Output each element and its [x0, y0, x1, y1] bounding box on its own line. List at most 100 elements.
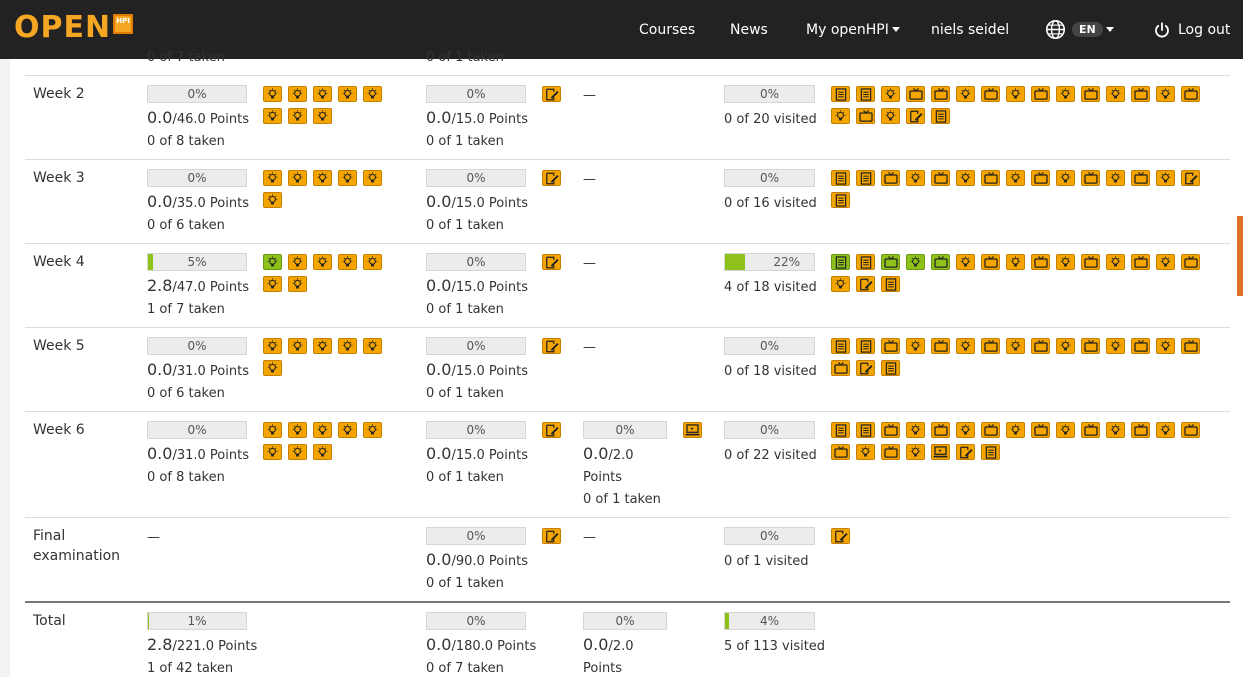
text-document-icon[interactable]	[856, 254, 875, 270]
video-icon[interactable]	[981, 338, 1000, 354]
lightbulb-icon[interactable]	[906, 254, 925, 270]
text-document-icon[interactable]	[881, 276, 900, 292]
lightbulb-icon[interactable]	[288, 422, 307, 438]
lightbulb-icon[interactable]	[1106, 170, 1125, 186]
logout-link[interactable]: Log out	[1153, 0, 1230, 59]
lightbulb-icon[interactable]	[906, 338, 925, 354]
lightbulb-icon[interactable]	[1006, 338, 1025, 354]
assignment-edit-icon[interactable]	[831, 528, 850, 544]
lightbulb-icon[interactable]	[831, 276, 850, 292]
lightbulb-icon[interactable]	[338, 422, 357, 438]
text-document-icon[interactable]	[831, 170, 850, 186]
lightbulb-icon[interactable]	[906, 170, 925, 186]
assignment-edit-icon[interactable]	[856, 360, 875, 376]
lightbulb-icon[interactable]	[363, 338, 382, 354]
lightbulb-icon[interactable]	[956, 338, 975, 354]
lightbulb-icon[interactable]	[288, 338, 307, 354]
text-document-icon[interactable]	[881, 360, 900, 376]
lightbulb-icon[interactable]	[1156, 338, 1175, 354]
lightbulb-icon[interactable]	[338, 254, 357, 270]
video-icon[interactable]	[1131, 422, 1150, 438]
lightbulb-icon[interactable]	[263, 108, 282, 124]
nav-courses[interactable]: Courses	[639, 0, 695, 59]
video-icon[interactable]	[881, 444, 900, 460]
lightbulb-icon[interactable]	[881, 86, 900, 102]
lightbulb-icon[interactable]	[338, 86, 357, 102]
video-icon[interactable]	[1131, 338, 1150, 354]
lightbulb-icon[interactable]	[288, 254, 307, 270]
lightbulb-icon[interactable]	[313, 170, 332, 186]
assignment-edit-icon[interactable]	[542, 170, 561, 186]
lightbulb-icon[interactable]	[906, 422, 925, 438]
lightbulb-icon[interactable]	[1056, 338, 1075, 354]
video-icon[interactable]	[1081, 86, 1100, 102]
lightbulb-icon[interactable]	[263, 276, 282, 292]
lightbulb-icon[interactable]	[363, 86, 382, 102]
video-icon[interactable]	[931, 338, 950, 354]
video-icon[interactable]	[1081, 338, 1100, 354]
lightbulb-icon[interactable]	[313, 254, 332, 270]
lightbulb-icon[interactable]	[1056, 422, 1075, 438]
lightbulb-icon[interactable]	[288, 86, 307, 102]
lightbulb-icon[interactable]	[288, 108, 307, 124]
nav-user-profile[interactable]: niels seidel	[931, 0, 1009, 59]
video-icon[interactable]	[981, 86, 1000, 102]
assignment-edit-icon[interactable]	[542, 86, 561, 102]
text-document-icon[interactable]	[856, 422, 875, 438]
video-icon[interactable]	[831, 444, 850, 460]
lightbulb-icon[interactable]	[1006, 254, 1025, 270]
lightbulb-icon[interactable]	[313, 338, 332, 354]
video-icon[interactable]	[1081, 254, 1100, 270]
lightbulb-icon[interactable]	[906, 444, 925, 460]
assignment-edit-icon[interactable]	[856, 276, 875, 292]
lightbulb-icon[interactable]	[1006, 86, 1025, 102]
video-icon[interactable]	[881, 338, 900, 354]
lightbulb-icon[interactable]	[263, 422, 282, 438]
lightbulb-icon[interactable]	[313, 86, 332, 102]
video-icon[interactable]	[881, 422, 900, 438]
lightbulb-icon[interactable]	[1106, 338, 1125, 354]
lightbulb-icon[interactable]	[338, 338, 357, 354]
video-icon[interactable]	[1131, 254, 1150, 270]
lightbulb-icon[interactable]	[288, 170, 307, 186]
assignment-edit-icon[interactable]	[1181, 170, 1200, 186]
lightbulb-icon[interactable]	[313, 108, 332, 124]
lightbulb-icon[interactable]	[363, 254, 382, 270]
lightbulb-icon[interactable]	[263, 360, 282, 376]
video-icon[interactable]	[981, 422, 1000, 438]
lightbulb-icon[interactable]	[363, 170, 382, 186]
laptop-icon[interactable]	[683, 422, 702, 438]
lightbulb-icon[interactable]	[288, 276, 307, 292]
lightbulb-icon[interactable]	[263, 338, 282, 354]
lightbulb-icon[interactable]	[1006, 170, 1025, 186]
video-icon[interactable]	[1031, 170, 1050, 186]
video-icon[interactable]	[1031, 338, 1050, 354]
video-icon[interactable]	[931, 86, 950, 102]
scrollbar-thumb[interactable]	[1237, 216, 1243, 296]
text-document-icon[interactable]	[831, 254, 850, 270]
assignment-edit-icon[interactable]	[906, 108, 925, 124]
lightbulb-icon[interactable]	[313, 422, 332, 438]
assignment-edit-icon[interactable]	[542, 528, 561, 544]
text-document-icon[interactable]	[831, 338, 850, 354]
lightbulb-icon[interactable]	[1056, 86, 1075, 102]
laptop-icon[interactable]	[931, 444, 950, 460]
nav-my-openhpi[interactable]: My openHPI	[806, 0, 900, 59]
lightbulb-icon[interactable]	[1156, 86, 1175, 102]
video-icon[interactable]	[1181, 254, 1200, 270]
lightbulb-icon[interactable]	[881, 108, 900, 124]
text-document-icon[interactable]	[856, 86, 875, 102]
lightbulb-icon[interactable]	[956, 86, 975, 102]
video-icon[interactable]	[1081, 422, 1100, 438]
assignment-edit-icon[interactable]	[542, 422, 561, 438]
text-document-icon[interactable]	[831, 86, 850, 102]
lightbulb-icon[interactable]	[338, 170, 357, 186]
text-document-icon[interactable]	[931, 108, 950, 124]
video-icon[interactable]	[1131, 170, 1150, 186]
video-icon[interactable]	[1031, 254, 1050, 270]
lightbulb-icon[interactable]	[263, 192, 282, 208]
lightbulb-icon[interactable]	[263, 170, 282, 186]
video-icon[interactable]	[881, 170, 900, 186]
assignment-edit-icon[interactable]	[542, 254, 561, 270]
text-document-icon[interactable]	[981, 444, 1000, 460]
